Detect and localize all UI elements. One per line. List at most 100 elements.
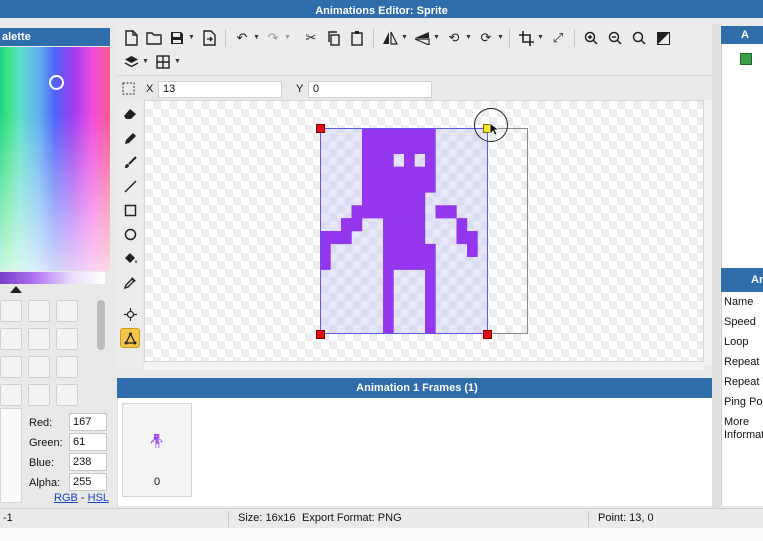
resize-handle-bottom-left[interactable] <box>316 330 325 339</box>
swatch[interactable] <box>28 356 50 378</box>
paste-icon[interactable] <box>347 28 367 48</box>
prop-more: More <box>724 416 750 428</box>
sprite-pixel <box>156 439 158 441</box>
frame-thumbnail[interactable]: 0 <box>122 403 192 497</box>
toggle-background-icon[interactable] <box>653 28 673 48</box>
sprite-pixel <box>157 438 158 440</box>
swatch[interactable] <box>56 384 78 406</box>
sprite-pixel <box>155 434 157 435</box>
status-size: Size: 16x16 <box>238 512 296 524</box>
redo-icon[interactable]: ↷ <box>263 28 283 48</box>
target-icon[interactable] <box>120 304 140 324</box>
flip-dropdown-icon[interactable]: ▼ <box>401 34 408 41</box>
grid-dropdown-icon[interactable]: ▼ <box>174 58 181 65</box>
crop-dropdown-icon[interactable]: ▼ <box>537 34 544 41</box>
sprite-pixel <box>158 436 160 438</box>
saturation-bar[interactable] <box>0 272 105 284</box>
blue-field[interactable]: 238 <box>69 453 107 471</box>
selection-rectangle[interactable] <box>320 128 488 334</box>
alpha-field[interactable]: 255 <box>69 473 107 491</box>
hsl-link[interactable]: HSL <box>88 492 109 504</box>
color-picker-handle[interactable] <box>49 75 64 90</box>
copy-icon[interactable] <box>324 28 344 48</box>
brush-icon[interactable] <box>120 152 140 172</box>
zoom-out-icon[interactable] <box>605 28 625 48</box>
layers-dropdown-icon[interactable]: ▼ <box>142 58 149 65</box>
transform-icon[interactable] <box>120 328 140 348</box>
rotate-left-icon[interactable]: ⟲ <box>444 28 464 48</box>
flip-v-dropdown-icon[interactable]: ▼ <box>433 34 440 41</box>
swatch[interactable] <box>0 328 22 350</box>
palette-scrollbar[interactable] <box>97 300 105 350</box>
resize-handle-bottom-right[interactable] <box>483 330 492 339</box>
sprite-pixel <box>158 435 160 437</box>
swatch[interactable] <box>28 300 50 322</box>
swatch[interactable] <box>56 328 78 350</box>
sprite-pixel <box>156 441 158 442</box>
ellipse-icon[interactable] <box>120 224 140 244</box>
swatch[interactable] <box>0 300 22 322</box>
x-label: X <box>146 83 154 95</box>
saturation-slider-arrow[interactable] <box>10 286 22 293</box>
eraser-icon[interactable] <box>120 104 140 124</box>
line-icon[interactable] <box>120 176 140 196</box>
prop-speed: Speed <box>724 316 756 328</box>
fill-icon[interactable] <box>120 248 140 268</box>
y-coordinate-input[interactable]: 0 <box>308 81 432 98</box>
crop-icon[interactable] <box>516 28 536 48</box>
prop-loop: Loop <box>724 336 749 348</box>
swatch[interactable] <box>56 300 78 322</box>
export-icon[interactable] <box>199 28 219 48</box>
rotate-right-dropdown-icon[interactable]: ▼ <box>497 34 504 41</box>
sprite-pixel <box>154 435 156 437</box>
flip-vertical-icon[interactable] <box>412 28 432 48</box>
status-export-format: Export Format: PNG <box>302 512 402 524</box>
swatch[interactable] <box>0 384 22 406</box>
grid-icon[interactable] <box>153 52 173 72</box>
resize-icon[interactable]: ⤢ <box>548 28 568 48</box>
sprite-pixel <box>153 439 155 441</box>
save-icon[interactable] <box>167 28 187 48</box>
sprite-pixel <box>157 437 158 439</box>
panel-splitter[interactable] <box>712 24 720 508</box>
canvas-horizontal-scrollbar[interactable] <box>144 362 704 370</box>
pencil-icon[interactable] <box>120 128 140 148</box>
animations-header: A <box>721 26 763 44</box>
swatch[interactable] <box>28 384 50 406</box>
x-coordinate-input[interactable]: 13 <box>158 81 282 98</box>
redo-dropdown-icon[interactable]: ▼ <box>284 34 291 41</box>
undo-icon[interactable]: ↶ <box>232 28 252 48</box>
cut-icon[interactable]: ✂ <box>301 28 321 48</box>
window-bottom <box>0 528 763 541</box>
eyedropper-icon[interactable] <box>120 272 140 292</box>
red-field[interactable]: 167 <box>69 413 107 431</box>
sprite-pixel <box>157 440 159 442</box>
sprite-pixel <box>161 441 163 443</box>
selection-icon[interactable] <box>122 82 135 98</box>
flip-horizontal-icon[interactable] <box>380 28 400 48</box>
rotate-right-icon[interactable]: ⟳ <box>476 28 496 48</box>
rectangle-icon[interactable] <box>120 200 140 220</box>
sprite-pixel <box>154 437 156 439</box>
sprite-pixel <box>156 434 158 436</box>
sprite-pixel <box>151 442 152 444</box>
swatch[interactable] <box>56 356 78 378</box>
zoom-fit-icon[interactable] <box>629 28 649 48</box>
zoom-in-icon[interactable] <box>581 28 601 48</box>
swatch[interactable] <box>28 328 50 350</box>
green-field[interactable]: 61 <box>69 433 107 451</box>
undo-dropdown-icon[interactable]: ▼ <box>253 34 260 41</box>
sprite-pixel <box>157 434 159 436</box>
resize-handle-top-left[interactable] <box>316 124 325 133</box>
rotate-left-dropdown-icon[interactable]: ▼ <box>465 34 472 41</box>
sprite-pixel <box>157 436 159 438</box>
layers-icon[interactable] <box>121 52 141 72</box>
swatch[interactable] <box>0 356 22 378</box>
sprite-pixel <box>157 439 159 441</box>
save-dropdown-icon[interactable]: ▼ <box>188 34 195 41</box>
new-icon[interactable] <box>121 28 141 48</box>
rgb-link[interactable]: RGB <box>54 492 78 504</box>
open-icon[interactable] <box>144 28 164 48</box>
sprite-pixel <box>157 436 158 438</box>
animation-item-icon[interactable] <box>740 53 752 65</box>
